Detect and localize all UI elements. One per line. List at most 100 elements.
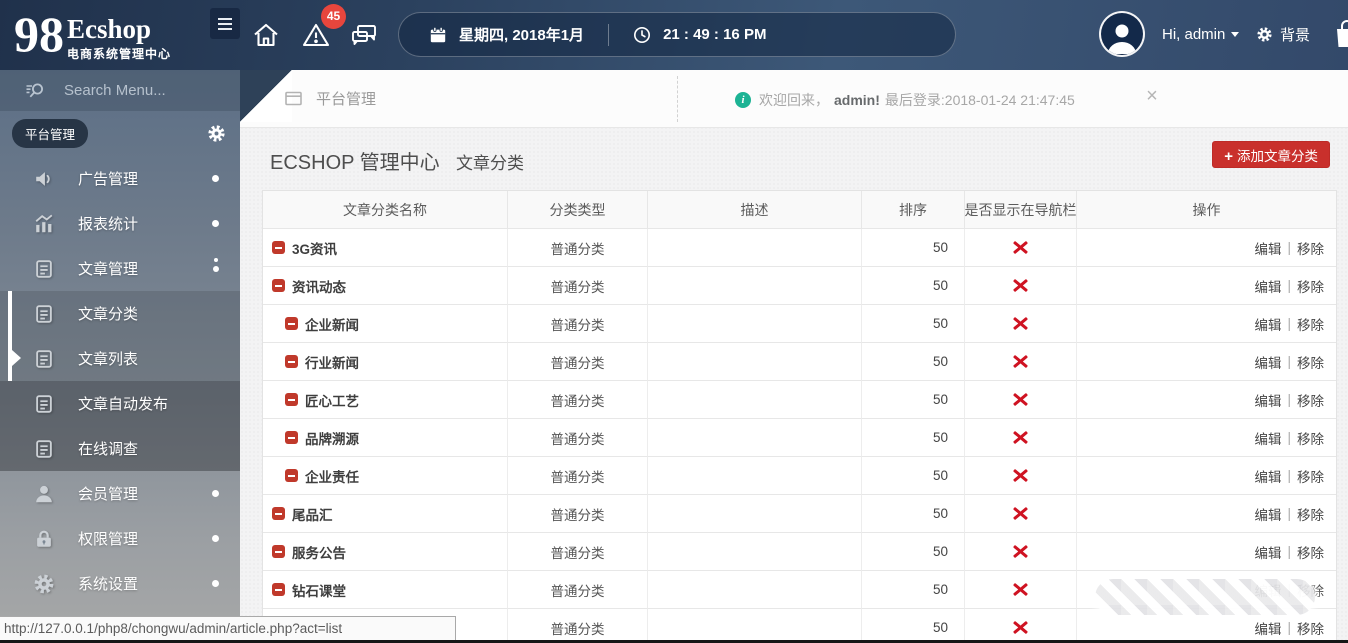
edit-link[interactable]: 编辑 — [1254, 276, 1281, 296]
red-x-icon[interactable] — [1013, 620, 1028, 635]
sidebar-item-report-statistics[interactable]: 报表统计 — [0, 201, 240, 246]
shopping-bag-icon[interactable] — [1333, 19, 1348, 51]
avatar[interactable] — [1099, 11, 1145, 57]
cell-show-in-nav — [965, 571, 1077, 609]
remove-link[interactable]: 移除 — [1297, 390, 1324, 410]
collapse-minus-icon[interactable] — [285, 393, 298, 406]
cell-description — [648, 457, 862, 495]
sidebar-item-article-management[interactable]: 文章管理 — [0, 246, 240, 291]
background-settings-button[interactable]: 背景 — [1256, 24, 1310, 45]
top-header: 98 Ecshop 电商系统管理中心 45 星期四, 2018年1月 21: … — [0, 0, 1348, 70]
breadcrumb[interactable]: 平台管理 — [285, 88, 376, 109]
collapse-minus-icon[interactable] — [285, 355, 298, 368]
remove-link[interactable]: 移除 — [1297, 618, 1324, 638]
collapse-minus-icon[interactable] — [272, 545, 285, 558]
col-header-sort: 排序 — [862, 191, 965, 229]
sidebar-item-label: 文章列表 — [78, 351, 139, 368]
section-label[interactable]: 平台管理 — [12, 119, 89, 148]
dot-indicator-icon — [212, 490, 219, 497]
category-name: 资讯动态 — [292, 279, 346, 295]
sidebar-item-article-auto-publish[interactable]: 文章自动发布 — [0, 381, 240, 426]
category-name: 企业新闻 — [305, 317, 359, 333]
sidebar-item-system-settings[interactable]: 系统设置 — [0, 561, 240, 606]
edit-link[interactable]: 编辑 — [1254, 352, 1281, 372]
red-x-icon[interactable] — [1013, 316, 1028, 331]
edit-link[interactable]: 编辑 — [1254, 542, 1281, 562]
edit-link[interactable]: 编辑 — [1254, 466, 1281, 486]
remove-link[interactable]: 移除 — [1297, 352, 1324, 372]
page: 98 Ecshop 电商系统管理中心 45 星期四, 2018年1月 21: … — [0, 0, 1348, 643]
red-x-icon[interactable] — [1013, 278, 1028, 293]
action-separator: | — [1287, 544, 1291, 559]
cell-category-type: 普通分类 — [508, 305, 648, 343]
collapse-minus-icon[interactable] — [272, 583, 285, 596]
datetime-widget: 星期四, 2018年1月 21 : 49 : 16 PM — [398, 12, 956, 57]
sidebar-item-member-management[interactable]: 会员管理 — [0, 471, 240, 516]
cell-category-name: 钻石课堂 — [263, 571, 508, 609]
edit-link[interactable]: 编辑 — [1254, 428, 1281, 448]
red-x-icon[interactable] — [1013, 468, 1028, 483]
volume-icon — [32, 168, 56, 190]
red-x-icon[interactable] — [1013, 430, 1028, 445]
sidebar-item-label: 系统设置 — [78, 576, 139, 593]
close-icon[interactable]: × — [1140, 84, 1164, 108]
search-input[interactable] — [64, 82, 214, 99]
status-bar-url: http://127.0.0.1/php8/chongwu/admin/arti… — [0, 616, 456, 641]
cell-category-type: 普通分类 — [508, 381, 648, 419]
remove-link[interactable]: 移除 — [1297, 276, 1324, 296]
red-x-icon[interactable] — [1013, 582, 1028, 597]
col-header-type: 分类类型 — [508, 191, 648, 229]
edit-link[interactable]: 编辑 — [1254, 618, 1281, 638]
cell-category-type: 普通分类 — [508, 533, 648, 571]
alert-icon[interactable]: 45 — [301, 4, 346, 50]
red-x-icon[interactable] — [1013, 354, 1028, 369]
cell-description — [648, 343, 862, 381]
collapse-minus-icon[interactable] — [272, 241, 285, 254]
collapse-minus-icon[interactable] — [285, 317, 298, 330]
remove-link[interactable]: 移除 — [1297, 542, 1324, 562]
remove-link[interactable]: 移除 — [1297, 238, 1324, 258]
collapse-minus-icon[interactable] — [285, 431, 298, 444]
active-item-bar — [8, 291, 12, 381]
hamburger-menu-button[interactable] — [210, 8, 240, 39]
remove-link[interactable]: 移除 — [1297, 466, 1324, 486]
dot-indicator-icon — [212, 580, 219, 587]
red-x-icon[interactable] — [1013, 392, 1028, 407]
add-article-category-button[interactable]: + 添加文章分类 — [1212, 141, 1330, 168]
sidebar: 平台管理 广告管理报表统计文章管理文章分类文章列表文章自动发布在线调查会员管理权… — [0, 70, 240, 643]
sidebar-item-label: 广告管理 — [78, 171, 139, 188]
collapse-minus-icon[interactable] — [272, 279, 285, 292]
cell-sort-order: 50 — [862, 533, 965, 571]
sidebar-item-ad-management[interactable]: 广告管理 — [0, 156, 240, 201]
cell-sort-order: 50 — [862, 267, 965, 305]
user-greeting[interactable]: Hi, admin — [1162, 26, 1240, 43]
sidebar-item-article-list[interactable]: 文章列表 — [0, 336, 240, 381]
blurred-watermark — [1095, 579, 1315, 615]
remove-link[interactable]: 移除 — [1297, 428, 1324, 448]
messages-icon[interactable] — [349, 20, 379, 50]
clock-icon — [634, 26, 651, 43]
cell-actions: 编辑 | 移除 — [1077, 305, 1336, 343]
remove-link[interactable]: 移除 — [1297, 314, 1324, 334]
edit-link[interactable]: 编辑 — [1254, 314, 1281, 334]
cell-description — [648, 571, 862, 609]
action-separator: | — [1287, 316, 1291, 331]
sidebar-item-online-survey[interactable]: 在线调查 — [0, 426, 240, 471]
remove-link[interactable]: 移除 — [1297, 504, 1324, 524]
action-separator: | — [1287, 392, 1291, 407]
collapse-minus-icon[interactable] — [285, 469, 298, 482]
edit-link[interactable]: 编辑 — [1254, 504, 1281, 524]
chart-icon — [32, 213, 56, 235]
edit-link[interactable]: 编辑 — [1254, 238, 1281, 258]
red-x-icon[interactable] — [1013, 506, 1028, 521]
gear-icon[interactable] — [207, 124, 226, 143]
red-x-icon[interactable] — [1013, 544, 1028, 559]
user-silhouette-icon — [1108, 24, 1136, 54]
edit-link[interactable]: 编辑 — [1254, 390, 1281, 410]
sidebar-item-article-categories[interactable]: 文章分类 — [0, 291, 240, 336]
red-x-icon[interactable] — [1013, 240, 1028, 255]
sidebar-item-permission-management[interactable]: 权限管理 — [0, 516, 240, 561]
home-icon[interactable] — [251, 20, 281, 50]
col-header-name: 文章分类名称 — [263, 191, 508, 229]
collapse-minus-icon[interactable] — [272, 507, 285, 520]
